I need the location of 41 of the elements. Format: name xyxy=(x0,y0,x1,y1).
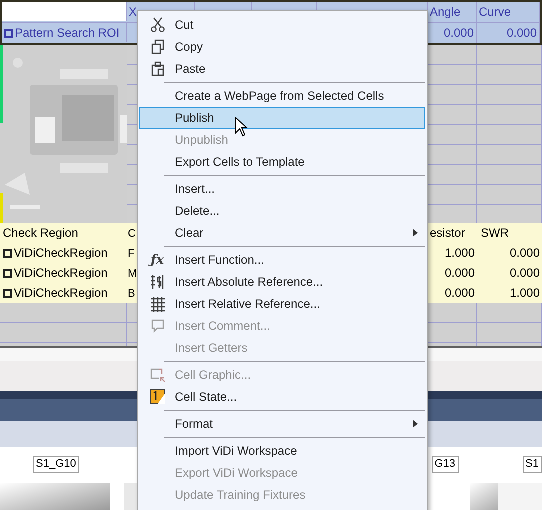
menu-item[interactable]: Insert Relative Reference... xyxy=(139,293,425,315)
image-label: S1_G10 xyxy=(33,456,80,473)
table-cell-text: C xyxy=(128,226,136,242)
image-label: G13 xyxy=(432,456,459,473)
menu-item[interactable]: Insert... xyxy=(139,178,425,200)
menu-item[interactable]: ƒx Insert Function... xyxy=(139,249,425,271)
menu-item[interactable]: Cell State... xyxy=(139,386,425,408)
table-cell-text: 0.000 xyxy=(444,265,476,282)
menu-item[interactable]: Delete... xyxy=(139,200,425,222)
menu-item[interactable]: Copy xyxy=(139,36,425,58)
table-cell-text: M xyxy=(128,266,138,282)
menu-item[interactable]: Import ViDi Workspace xyxy=(139,440,425,462)
menu-item[interactable]: Cut xyxy=(139,14,425,36)
table-cell: ViDiCheckRegion xyxy=(0,244,127,262)
menu-item[interactable]: Export Cells to Template xyxy=(139,151,425,173)
table-cell-text: 0.000 xyxy=(444,285,476,302)
menu-item[interactable]: Publish xyxy=(139,107,425,129)
column-header: Angle xyxy=(430,4,461,21)
function-icon: ƒx xyxy=(150,254,164,266)
table-cell-text: 0.000 xyxy=(444,25,474,42)
table-cell-text: SWR xyxy=(480,225,510,242)
table-cell-text: F xyxy=(128,246,135,262)
menu-item[interactable]: Clear xyxy=(139,222,425,244)
table-cell-text: esistor xyxy=(429,225,466,242)
menu-item[interactable]: Format xyxy=(139,413,425,435)
column-header: Curve xyxy=(479,4,512,21)
menu-item[interactable]: Create a WebPage from Selected Cells xyxy=(139,85,425,107)
table-cell-text: 1.000 xyxy=(444,245,476,262)
menu-item[interactable]: Insert Absolute Reference... xyxy=(139,271,425,293)
table-cell-text: B xyxy=(128,286,136,302)
table-cell: Pattern Search ROI xyxy=(4,24,120,42)
table-cell: ViDiCheckRegion xyxy=(0,284,127,302)
table-cell-text: 1.000 xyxy=(508,285,541,302)
table-cell-text: Check Region xyxy=(2,225,80,242)
table-cell: ViDiCheckRegion xyxy=(0,264,127,282)
image-label: S1 xyxy=(522,456,542,473)
table-cell-text: 0.000 xyxy=(508,265,541,282)
table-cell-text: 0.000 xyxy=(506,25,537,42)
menu-item[interactable]: Paste xyxy=(139,58,425,80)
table-cell-text: 0.000 xyxy=(508,245,541,262)
column-header: X xyxy=(129,4,138,21)
